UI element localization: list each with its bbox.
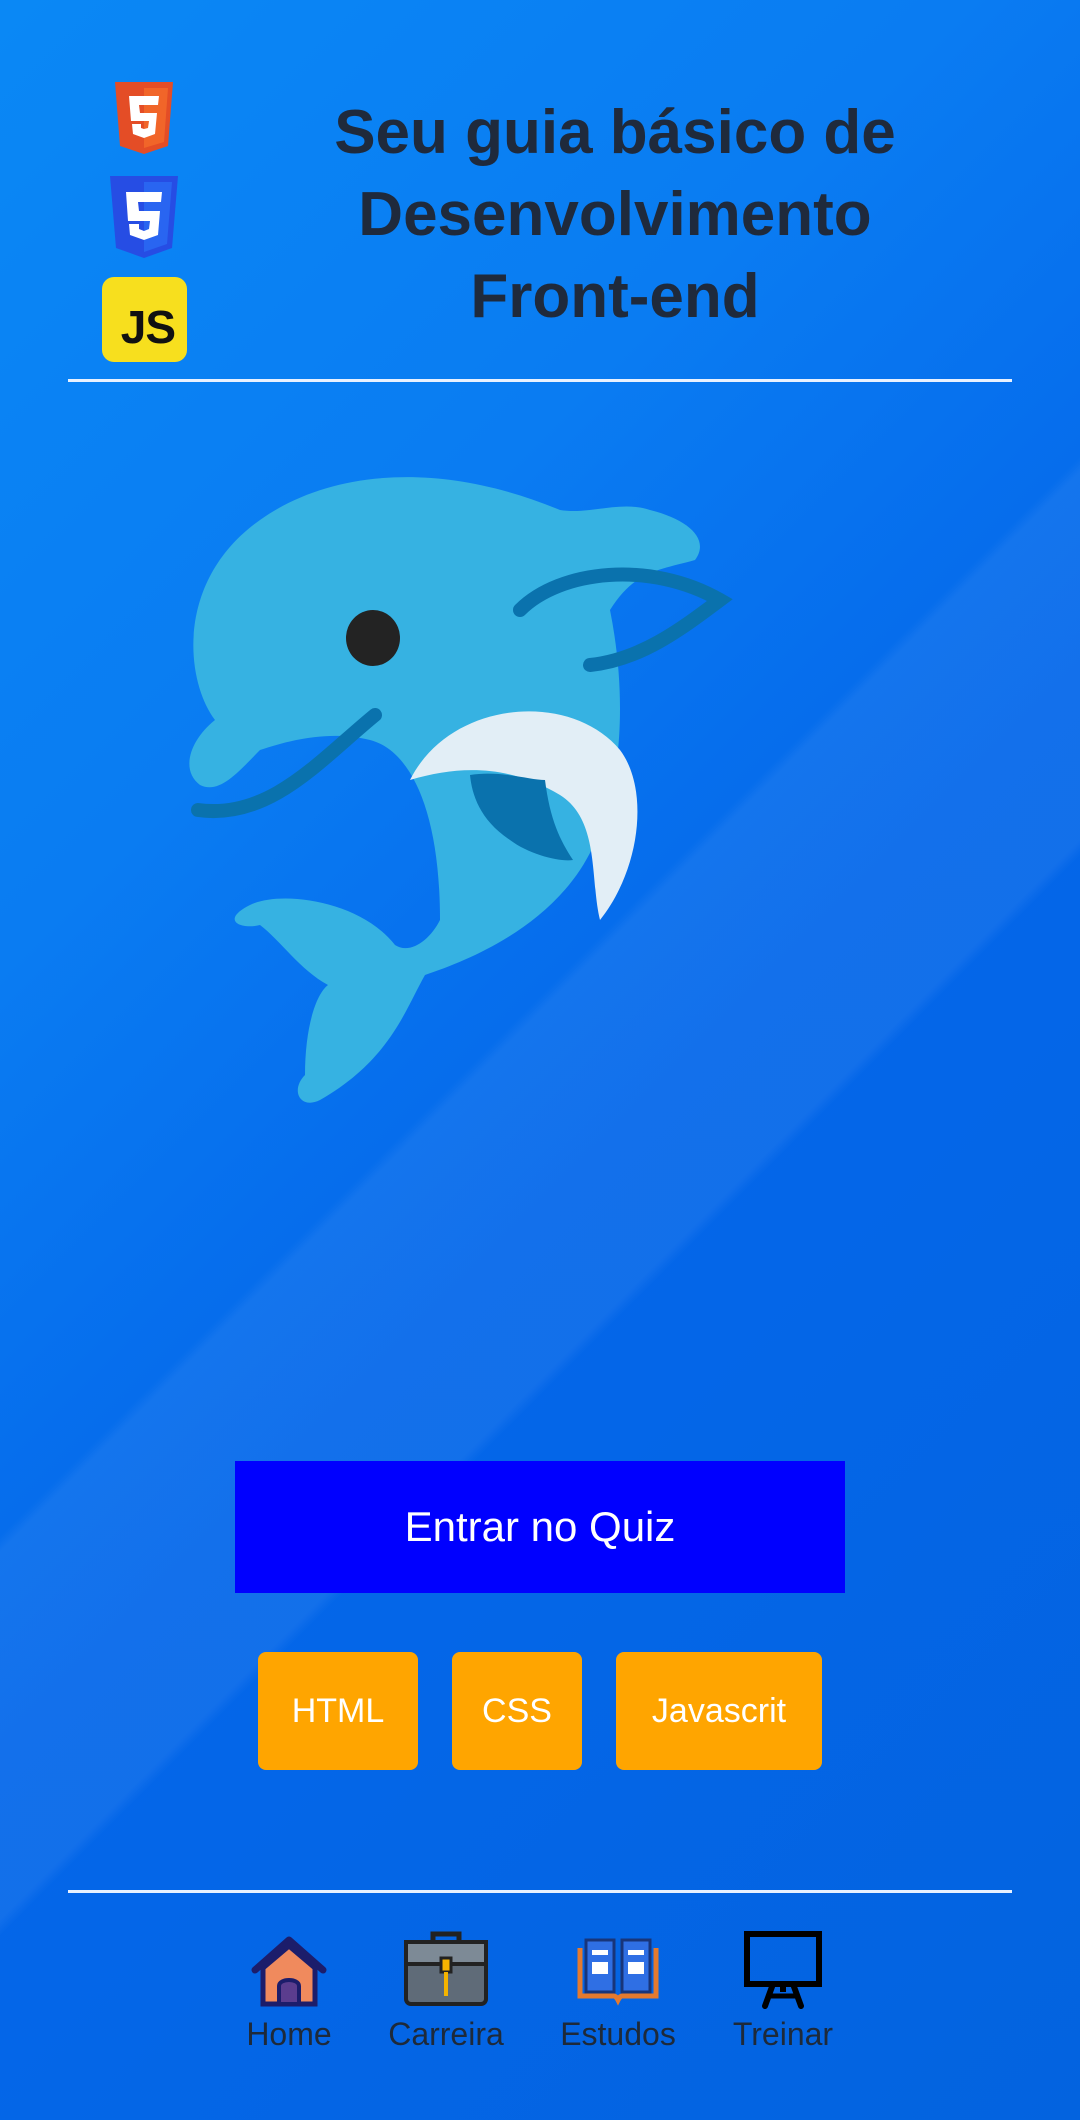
css3-logo [110, 176, 178, 258]
html5-logo [115, 82, 173, 154]
enter-quiz-button[interactable]: Entrar no Quiz [235, 1461, 845, 1593]
bottom-navigation: Home Carreira Estudos Treinar [0, 1920, 1080, 2120]
dolphin-illustration [189, 477, 733, 1103]
topic-button-javascript[interactable]: Javascrit [616, 1652, 822, 1770]
bottom-divider [68, 1890, 1012, 1893]
nav-item-treinar[interactable]: Treinar [708, 1920, 858, 2060]
top-divider [68, 379, 1012, 382]
page-header: JS Seu guia básico de Desenvolvimento Fr… [0, 0, 1080, 382]
nav-label-treinar: Treinar [732, 2016, 834, 2052]
nav-item-estudos[interactable]: Estudos [543, 1920, 693, 2060]
whiteboard-icon [744, 1931, 822, 2009]
nav-label-carreira: Carreira [388, 2016, 504, 2052]
topic-button-css[interactable]: CSS [452, 1652, 582, 1770]
nav-label-home: Home [246, 2016, 332, 2052]
title-line-2: Desenvolvimento [358, 180, 872, 249]
home-icon [251, 1936, 327, 2007]
title-line-3: Front-end [470, 262, 760, 331]
briefcase-icon [404, 1931, 488, 2006]
title-line-1: Seu guia básico de [334, 98, 896, 167]
book-icon [577, 1938, 659, 2006]
topic-button-html[interactable]: HTML [258, 1652, 418, 1770]
nav-item-home[interactable]: Home [214, 1920, 364, 2060]
javascript-logo: JS [102, 277, 187, 362]
nav-label-estudos: Estudos [560, 2016, 676, 2052]
nav-item-carreira[interactable]: Carreira [371, 1920, 521, 2060]
page-title: Seu guia básico de Desenvolvimento Front… [250, 92, 980, 338]
js-logo-text: JS [120, 301, 176, 353]
